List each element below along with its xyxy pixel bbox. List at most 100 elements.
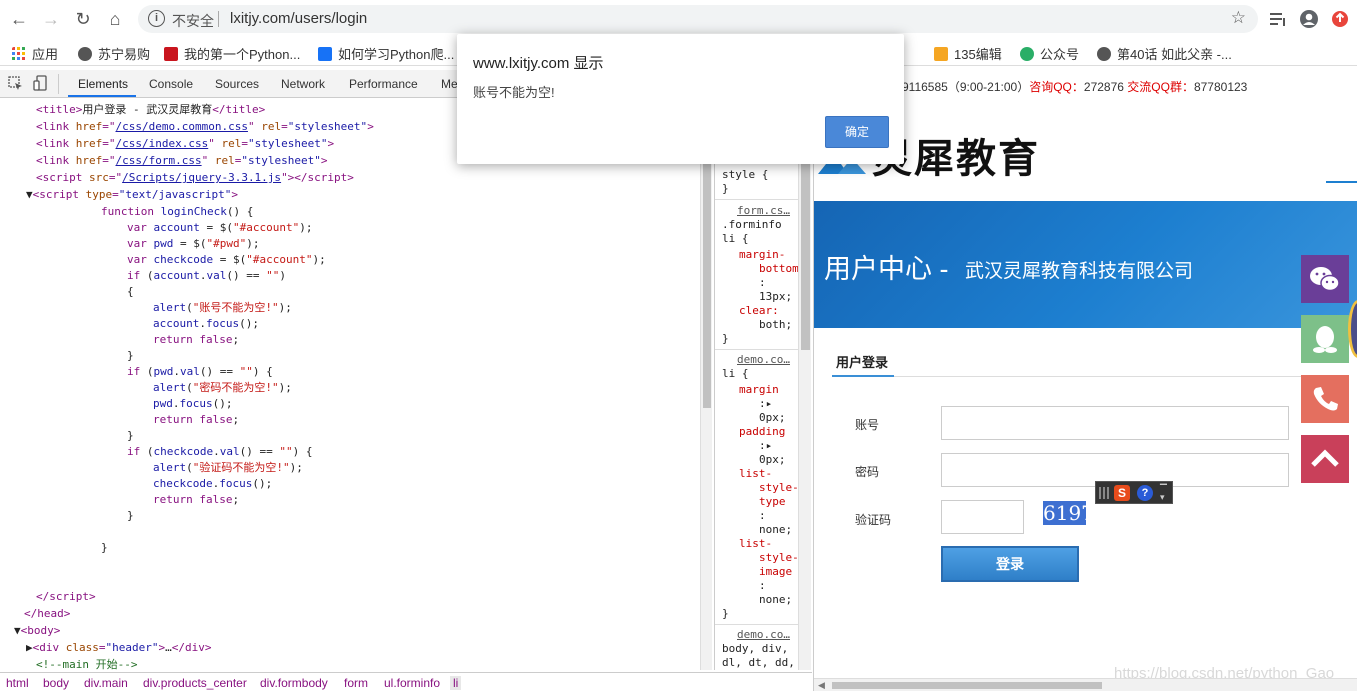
qq-sidebar-button[interactable] (1301, 315, 1349, 363)
style-value[interactable]: 0px; (759, 411, 786, 425)
style-value[interactable]: 0px; (759, 453, 786, 467)
account-input[interactable] (941, 406, 1289, 440)
style-prop[interactable]: image (759, 565, 792, 579)
code-line-script-close[interactable]: </script> (36, 589, 96, 605)
back-to-top-button[interactable] (1301, 435, 1349, 483)
back-icon[interactable]: ← (8, 8, 30, 30)
style-prop[interactable]: bottom (759, 262, 798, 276)
code-line-script-src[interactable]: <script src="/Scripts/jquery-3.3.1.js"><… (36, 170, 354, 186)
style-prop[interactable]: clear: (739, 304, 779, 318)
tab-sources[interactable]: Sources (215, 77, 259, 91)
bookmark-star-icon[interactable]: ☆ (1231, 8, 1246, 28)
ime-toolbar[interactable]: S ? ▔ ▾ (1095, 481, 1173, 504)
banner: 用户中心 - 武汉灵犀教育科技有限公司 (814, 201, 1357, 328)
style-prop[interactable]: style- (759, 551, 798, 565)
code-line-link[interactable]: <link href="/css/demo.common.css" rel="s… (36, 119, 374, 135)
account-label: 账号 (855, 418, 880, 432)
scroll-thumb[interactable] (801, 160, 810, 350)
profile-icon[interactable] (1299, 9, 1319, 29)
elements-tree[interactable]: <title>用户登录 - 武汉灵犀教育</title> <link href=… (0, 98, 700, 670)
tab-performance[interactable]: Performance (349, 77, 418, 91)
page-horizontal-scrollbar[interactable]: ◀ (814, 678, 1357, 691)
style-selector: .forminfo (722, 218, 782, 231)
breadcrumb-item[interactable]: body (43, 676, 69, 690)
chevron-down-icon[interactable]: ▔ ▾ (1160, 485, 1167, 502)
tab-elements[interactable]: Elements (78, 77, 128, 91)
tab-console[interactable]: Console (149, 77, 193, 91)
styles-pane[interactable]: style { } form.cs… .forminfo li { margin… (714, 162, 798, 670)
phone-sidebar-button[interactable] (1301, 375, 1349, 423)
style-source-link[interactable]: form.cs… (737, 204, 790, 218)
globe-icon (1097, 47, 1111, 61)
device-toolbar-icon[interactable] (33, 75, 49, 91)
breadcrumb-item[interactable]: div.formbody (260, 676, 328, 690)
style-value[interactable]: none; (759, 593, 792, 607)
reload-icon[interactable]: ↻ (72, 8, 94, 30)
sogou-icon[interactable]: S (1114, 485, 1130, 501)
style-prop[interactable]: style- (759, 481, 798, 495)
url-text[interactable]: lxitjy.com/users/login (230, 10, 367, 27)
code-line: return false; (153, 493, 240, 506)
code-line-script-open[interactable]: ▼<script type="text/javascript"> (26, 187, 238, 203)
breadcrumb-item[interactable]: form (344, 676, 368, 690)
code-line-header-div[interactable]: ▶<div class="header">…</div> (26, 640, 211, 656)
info-icon[interactable]: i (148, 10, 165, 27)
address-bar[interactable]: i 不安全 lxitjy.com/users/login ☆ (138, 5, 1258, 33)
bookmark-135[interactable]: 135编辑 (934, 44, 1002, 63)
breadcrumb-item[interactable]: html (6, 676, 29, 690)
captcha-image[interactable]: 6197 (1043, 501, 1094, 525)
tab-network[interactable]: Network (281, 77, 325, 91)
style-prop[interactable]: list- (739, 467, 772, 481)
style-value[interactable]: none; (759, 523, 792, 537)
code-line: } (127, 509, 134, 522)
ok-button[interactable]: 确定 (825, 116, 889, 148)
code-line-link[interactable]: <link href="/css/form.css" rel="styleshe… (36, 153, 327, 169)
bookmark-zhihu[interactable]: 如何学习Python爬... (318, 44, 454, 63)
style-prop[interactable]: margin (739, 383, 779, 397)
bookmark-suning[interactable]: 苏宁易购 (78, 44, 150, 63)
captcha-input[interactable] (941, 500, 1024, 534)
style-source-link[interactable]: demo.co… (737, 628, 790, 642)
update-icon[interactable] (1330, 9, 1350, 29)
code-line-head-close[interactable]: </head> (24, 606, 70, 622)
breadcrumb-item[interactable]: div.products_center (143, 676, 247, 690)
home-icon[interactable]: ⌂ (104, 8, 126, 30)
code-line: } (101, 541, 108, 554)
style-source-link[interactable]: demo.co… (737, 353, 790, 367)
form-title: 用户登录 (836, 355, 889, 370)
style-prop[interactable]: list- (739, 537, 772, 551)
scroll-left-icon[interactable]: ◀ (818, 680, 825, 691)
forward-icon[interactable]: → (40, 8, 62, 30)
code-line-body[interactable]: ▼<body> (14, 623, 60, 639)
style-prop[interactable]: type (759, 495, 786, 509)
login-button[interactable]: 登录 (941, 546, 1079, 582)
code-line: alert("验证码不能为空!"); (153, 461, 303, 474)
scroll-thumb[interactable] (832, 682, 1102, 689)
code-line-link[interactable]: <link href="/css/index.css" rel="stylesh… (36, 136, 334, 152)
breadcrumb-item[interactable]: ul.forminfo (384, 676, 440, 690)
breadcrumb-item-active[interactable]: li (450, 676, 462, 690)
divider (58, 74, 59, 94)
inspect-icon[interactable] (8, 76, 23, 91)
style-prop[interactable]: padding (739, 425, 785, 439)
grip-icon[interactable] (1099, 487, 1111, 499)
breadcrumb-item[interactable]: div.main (84, 676, 128, 690)
code-scrollbar[interactable] (700, 98, 712, 670)
styles-scrollbar[interactable] (798, 98, 811, 670)
code-line-comment[interactable]: <!--main 开始--> (36, 657, 137, 670)
style-value[interactable]: both; (759, 318, 792, 332)
wechat-sidebar-button[interactable] (1301, 255, 1349, 303)
code-line-title[interactable]: <title>用户登录 - 武汉灵犀教育</title> (36, 102, 265, 118)
tab-memory[interactable]: Me (441, 77, 458, 91)
bookmark-apps[interactable]: 应用 (12, 44, 58, 63)
bookmark-comic[interactable]: 第40话 如此父亲 -... (1097, 44, 1232, 63)
style-prop[interactable]: margin- (739, 248, 785, 262)
bookmark-label: 我的第一个Python... (184, 47, 301, 62)
reading-list-icon[interactable] (1268, 9, 1288, 29)
bookmark-wechat-mp[interactable]: 公众号 (1020, 44, 1079, 63)
style-value[interactable]: 13px; (759, 290, 792, 304)
code-line: alert("账号不能为空!"); (153, 301, 292, 314)
bookmark-label: 第40话 如此父亲 -... (1117, 47, 1232, 62)
help-icon[interactable]: ? (1137, 485, 1153, 501)
bookmark-csdn[interactable]: 我的第一个Python... (164, 44, 300, 63)
